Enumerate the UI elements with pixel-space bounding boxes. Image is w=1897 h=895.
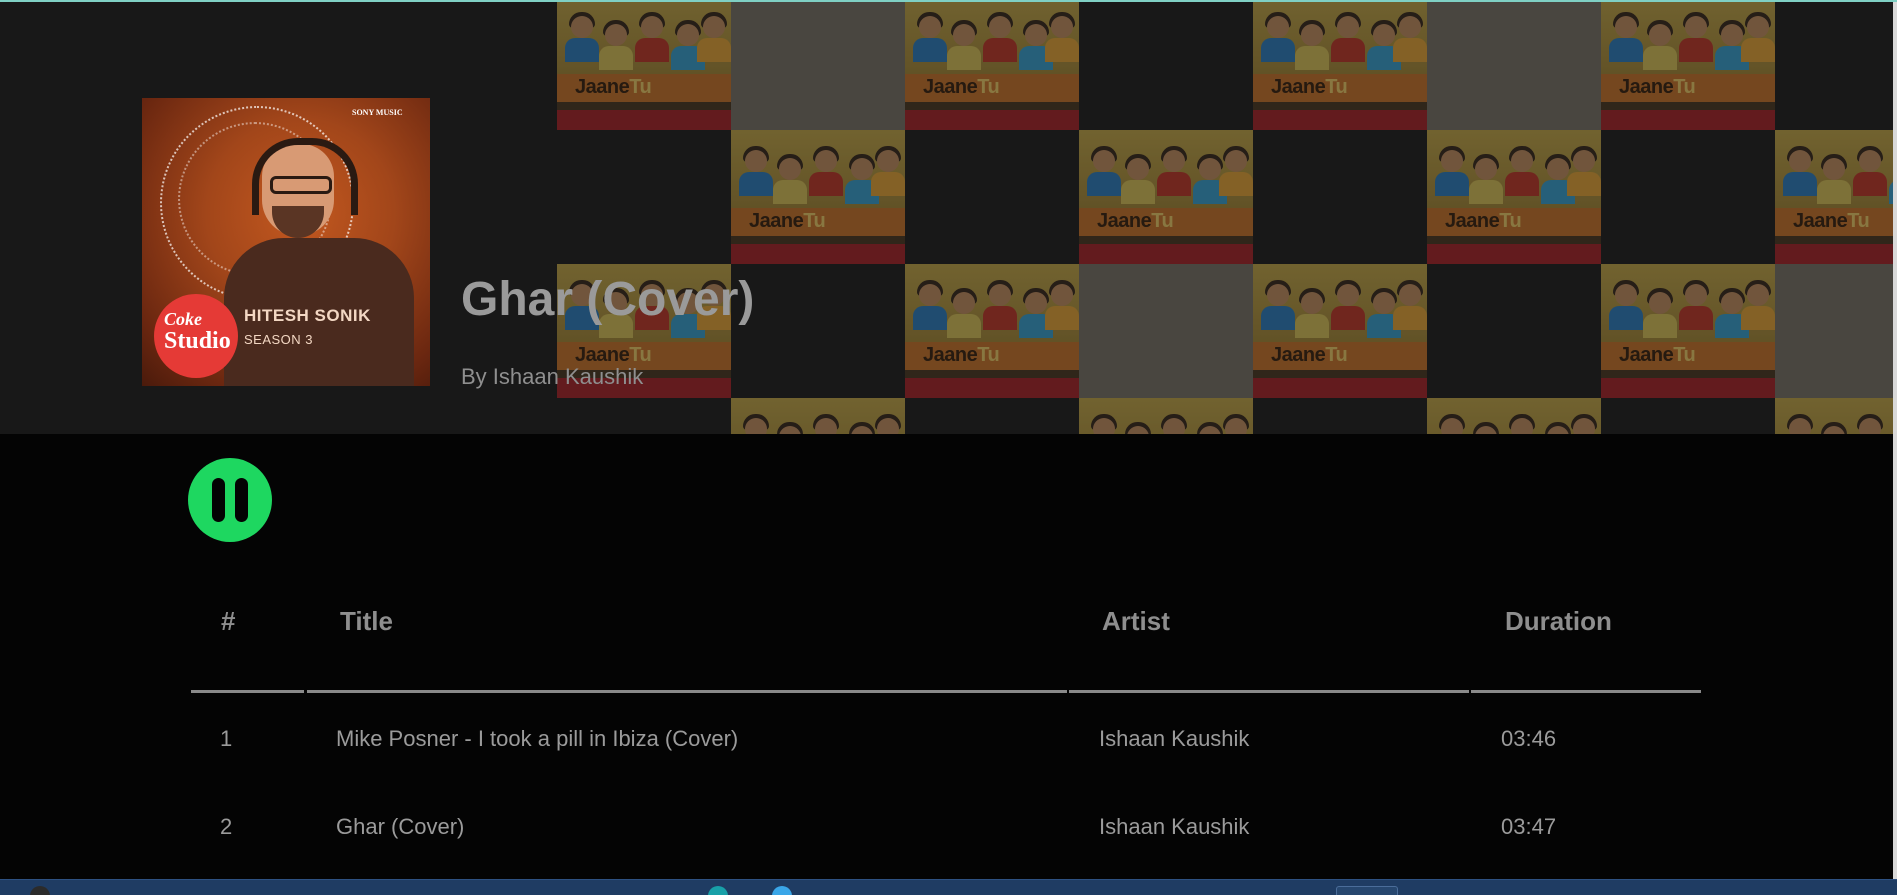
- start-icon[interactable]: [30, 886, 50, 895]
- pause-icon-bar-right: [235, 478, 248, 522]
- os-taskbar: [0, 879, 1897, 895]
- column-header-title: Title: [340, 606, 393, 636]
- headphones-icon: [252, 138, 358, 215]
- coke-studio-brand-top: Coke: [164, 309, 202, 329]
- row-artist[interactable]: Ishaan Kaushik: [1099, 726, 1249, 752]
- table-header: # Title Artist Duration: [190, 580, 1702, 693]
- album-cover: SONY MUSIC Coke Studio HITESH SONIK SEAS…: [142, 98, 430, 386]
- row-duration: 03:46: [1501, 726, 1557, 751]
- column-header-duration: Duration: [1505, 606, 1612, 636]
- row-title[interactable]: Mike Posner - I took a pill in Ibiza (Co…: [336, 726, 738, 752]
- taskbar-app-icon[interactable]: [708, 886, 728, 895]
- cover-artist-name: HITESH SONIK: [244, 306, 371, 325]
- track-table: # Title Artist Duration 1 Mike Posner - …: [190, 580, 1702, 839]
- pause-button[interactable]: [188, 458, 272, 542]
- record-label-logo: SONY MUSIC: [352, 108, 403, 117]
- column-header-index: #: [221, 606, 236, 636]
- column-divider-duration: [1471, 690, 1701, 693]
- column-divider-index: [191, 690, 304, 693]
- row-index: 1: [220, 726, 233, 751]
- hero-banner: JaaneTu JaaneTu JaaneTu JaaneTu JaaneTu Jaane…: [0, 2, 1897, 434]
- column-divider-artist: [1069, 690, 1469, 693]
- pause-icon: [212, 478, 248, 522]
- column-divider-title: [307, 690, 1067, 693]
- music-player-page: JaaneTu JaaneTu JaaneTu JaaneTu JaaneTu Jaane…: [0, 0, 1897, 895]
- row-artist[interactable]: Ishaan Kaushik: [1099, 814, 1249, 840]
- coke-studio-brand-bottom: Studio: [164, 328, 231, 354]
- taskbar-browser-icon[interactable]: [772, 886, 792, 895]
- row-title[interactable]: Ghar (Cover): [336, 814, 464, 840]
- scrollbar-track[interactable]: [1893, 2, 1897, 879]
- cover-season: SEASON 3: [244, 332, 314, 347]
- pause-icon-bar-left: [212, 478, 225, 522]
- taskbar-active-window[interactable]: [1336, 886, 1398, 895]
- coke-studio-wordmark: Coke Studio: [164, 310, 231, 354]
- track-byline: By Ishaan Kaushik: [461, 364, 644, 389]
- row-index: 2: [220, 814, 233, 839]
- column-header-artist: Artist: [1102, 606, 1170, 636]
- row-duration: 03:47: [1501, 814, 1557, 839]
- page-title: Ghar (Cover): [461, 273, 755, 326]
